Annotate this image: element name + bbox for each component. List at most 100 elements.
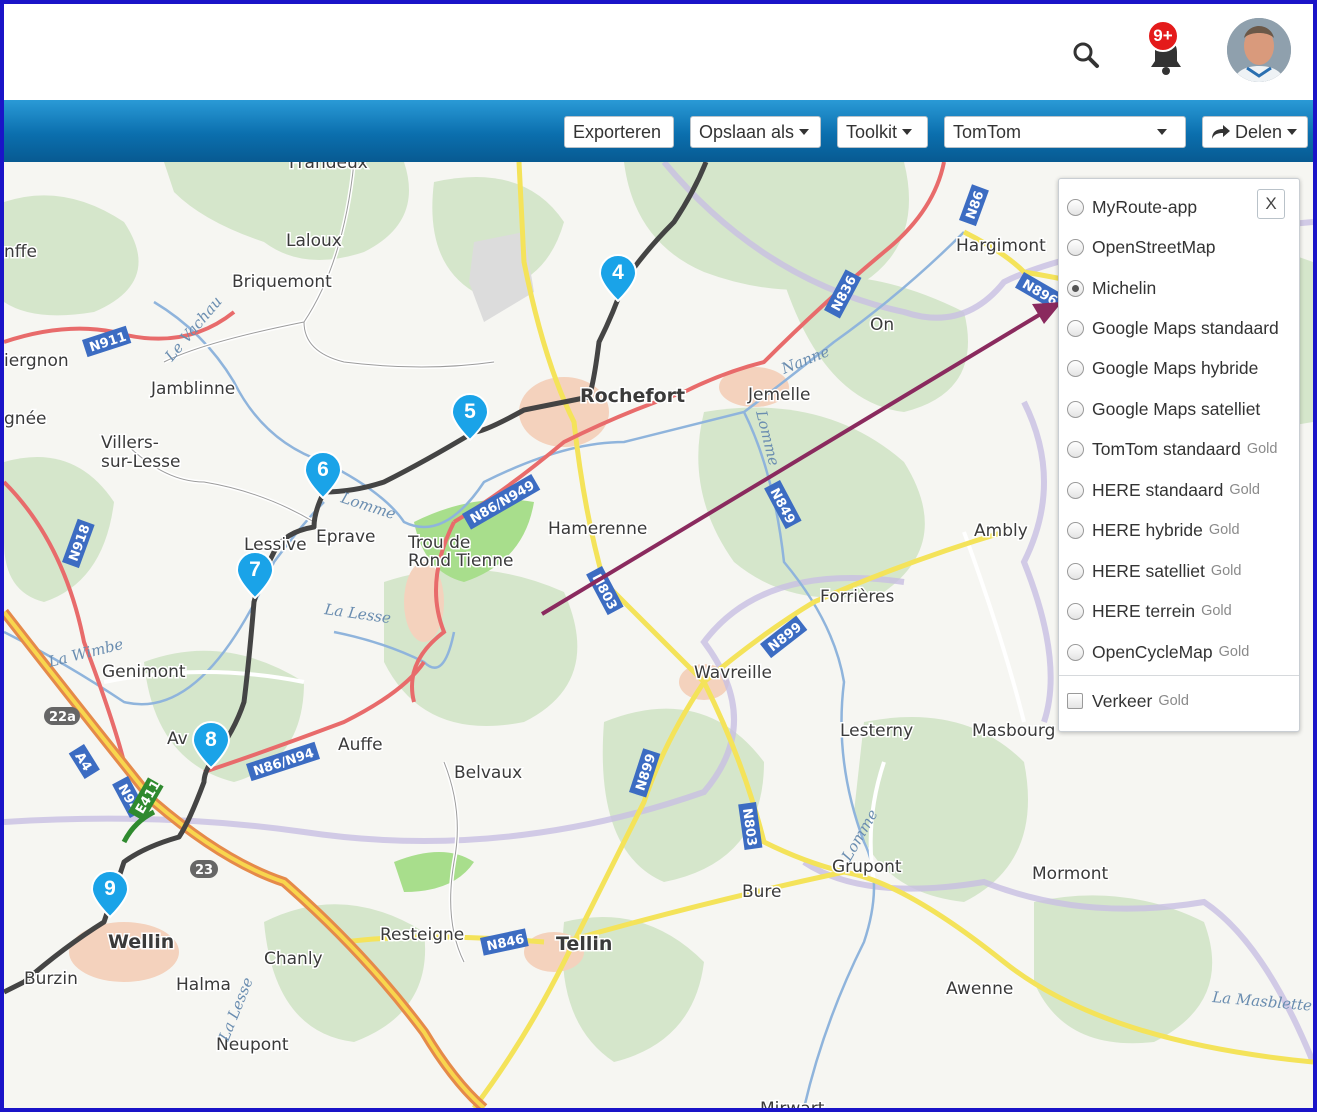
map-provider-value: TomTom: [953, 121, 1022, 142]
place-label: gnée: [4, 409, 46, 429]
waypoint-marker-4[interactable]: 4: [599, 254, 637, 302]
layer-option-google-maps-standaard[interactable]: Google Maps standaard: [1067, 314, 1279, 342]
place-label: Masbourg: [972, 721, 1055, 741]
checkbox[interactable]: [1067, 693, 1083, 709]
gold-tag: Gold: [1210, 563, 1242, 579]
gold-tag: Gold: [1208, 522, 1240, 538]
radio-button[interactable]: [1067, 400, 1084, 418]
waypoint-marker-7[interactable]: 7: [236, 551, 274, 599]
traffic-label: Verkeer: [1092, 690, 1153, 711]
waypoint-number: 6: [317, 458, 329, 481]
search-icon[interactable]: [1071, 40, 1101, 70]
save-as-button[interactable]: Opslaan als: [690, 116, 821, 148]
export-button[interactable]: Exporteren: [564, 116, 674, 148]
place-label: On: [870, 315, 894, 335]
radio-button[interactable]: [1067, 319, 1084, 337]
road-label-23: 23: [195, 863, 213, 878]
place-label: nffe: [4, 242, 37, 262]
place-label: Trou de: [407, 533, 470, 553]
layer-option-michelin[interactable]: Michelin: [1067, 274, 1156, 302]
layer-option-label: OpenCycleMap: [1092, 641, 1213, 662]
layer-option-google-maps-hybride[interactable]: Google Maps hybride: [1067, 354, 1258, 382]
traffic-toggle[interactable]: Verkeer Gold: [1067, 687, 1189, 715]
place-label: Forrières: [820, 587, 895, 607]
caret-down-icon: [902, 129, 913, 135]
water-label: Lomme: [338, 488, 398, 523]
layer-option-google-maps-satelliet[interactable]: Google Maps satelliet: [1067, 395, 1260, 423]
toolbar: Exporteren Opslaan als Toolkit TomTom De…: [4, 100, 1313, 162]
radio-button[interactable]: [1067, 440, 1084, 458]
waypoint-marker-8[interactable]: 8: [192, 721, 230, 769]
layer-option-label: Google Maps standaard: [1092, 317, 1279, 338]
place-label: Hargimont: [956, 236, 1046, 256]
place-label: Mirwart: [760, 1099, 825, 1108]
layer-option-here-terrein[interactable]: HERE terrein Gold: [1067, 597, 1232, 625]
place-label: Jemelle: [747, 385, 810, 405]
user-avatar[interactable]: [1227, 18, 1291, 82]
share-label: Delen: [1235, 121, 1283, 142]
place-label: Chanly: [264, 949, 323, 969]
place-label: Rond Tienne: [408, 551, 513, 571]
water-label: La Masblette: [1211, 988, 1313, 1015]
place-label: Wavreille: [694, 663, 772, 683]
road-label-n86: N86: [964, 189, 988, 221]
radio-button[interactable]: [1067, 481, 1084, 499]
waypoint-marker-9[interactable]: 9: [91, 870, 129, 918]
road-label-22a: 22a: [49, 710, 76, 725]
park-area: [394, 852, 474, 892]
radio-button[interactable]: [1067, 238, 1084, 256]
layer-option-tomtom-standaard[interactable]: TomTom standaard Gold: [1067, 435, 1277, 463]
place-label: iergnon: [4, 351, 69, 371]
place-label: Briquemont: [232, 272, 332, 292]
close-panel-button[interactable]: X: [1257, 189, 1285, 219]
panel-divider: [1059, 675, 1299, 676]
place-label: Laloux: [286, 231, 342, 251]
place-label: Resteigne: [380, 925, 464, 945]
place-label: Belvaux: [454, 763, 522, 783]
radio-button[interactable]: [1067, 359, 1084, 377]
place-label: Villers-: [101, 433, 159, 453]
layer-option-label: Google Maps satelliet: [1092, 398, 1261, 419]
place-label: Halma: [176, 975, 231, 995]
waypoint-marker-6[interactable]: 6: [304, 451, 342, 499]
radio-button[interactable]: [1067, 643, 1084, 661]
water-label: La Lesse: [322, 600, 392, 627]
place-label: Burzin: [24, 969, 78, 989]
place-label: sur-Lesse: [101, 452, 180, 472]
place-label: Frandeux: [289, 162, 368, 173]
layer-option-label: HERE hybride: [1092, 519, 1203, 540]
gold-tag: Gold: [1246, 441, 1278, 457]
place-label: Awenne: [946, 979, 1013, 999]
layer-option-opencyclemap[interactable]: OpenCycleMap Gold: [1067, 638, 1249, 666]
radio-button[interactable]: [1067, 198, 1084, 216]
layer-option-label: HERE standaard: [1092, 479, 1224, 500]
layer-option-openstreetmap[interactable]: OpenStreetMap: [1067, 233, 1216, 261]
layer-option-here-standaard[interactable]: HERE standaard Gold: [1067, 476, 1260, 504]
layer-option-myroute-app[interactable]: MyRoute-app: [1067, 193, 1197, 221]
radio-button[interactable]: [1067, 602, 1084, 620]
layer-option-here-satelliet[interactable]: HERE satelliet Gold: [1067, 557, 1241, 585]
app-window: 9+ Exporteren Opslaan als Toolkit TomTom…: [0, 0, 1317, 1112]
place-label: Tellin: [556, 933, 612, 955]
place-label: Jamblinne: [150, 379, 235, 399]
waypoint-number: 8: [205, 728, 217, 751]
export-label: Exporteren: [573, 121, 662, 142]
gold-tag: Gold: [1218, 644, 1250, 660]
place-label: Bure: [742, 882, 782, 902]
gold-tag: Gold: [1158, 693, 1189, 709]
place-label: Auffe: [338, 735, 383, 755]
radio-button[interactable]: [1067, 562, 1084, 580]
map-provider-select[interactable]: TomTom: [944, 116, 1186, 148]
layer-option-here-hybride[interactable]: HERE hybride Gold: [1067, 516, 1240, 544]
layer-option-label: OpenStreetMap: [1092, 236, 1216, 257]
gold-tag: Gold: [1201, 603, 1232, 619]
radio-button[interactable]: [1067, 521, 1084, 539]
radio-button-selected[interactable]: [1067, 279, 1084, 297]
toolkit-button[interactable]: Toolkit: [837, 116, 928, 148]
caret-down-icon: [799, 129, 810, 135]
waypoint-marker-5[interactable]: 5: [451, 393, 489, 441]
place-label: Grupont: [832, 857, 902, 877]
notification-badge[interactable]: 9+: [1147, 20, 1179, 52]
share-button[interactable]: Delen: [1202, 116, 1308, 148]
caret-down-icon: [1157, 129, 1167, 135]
